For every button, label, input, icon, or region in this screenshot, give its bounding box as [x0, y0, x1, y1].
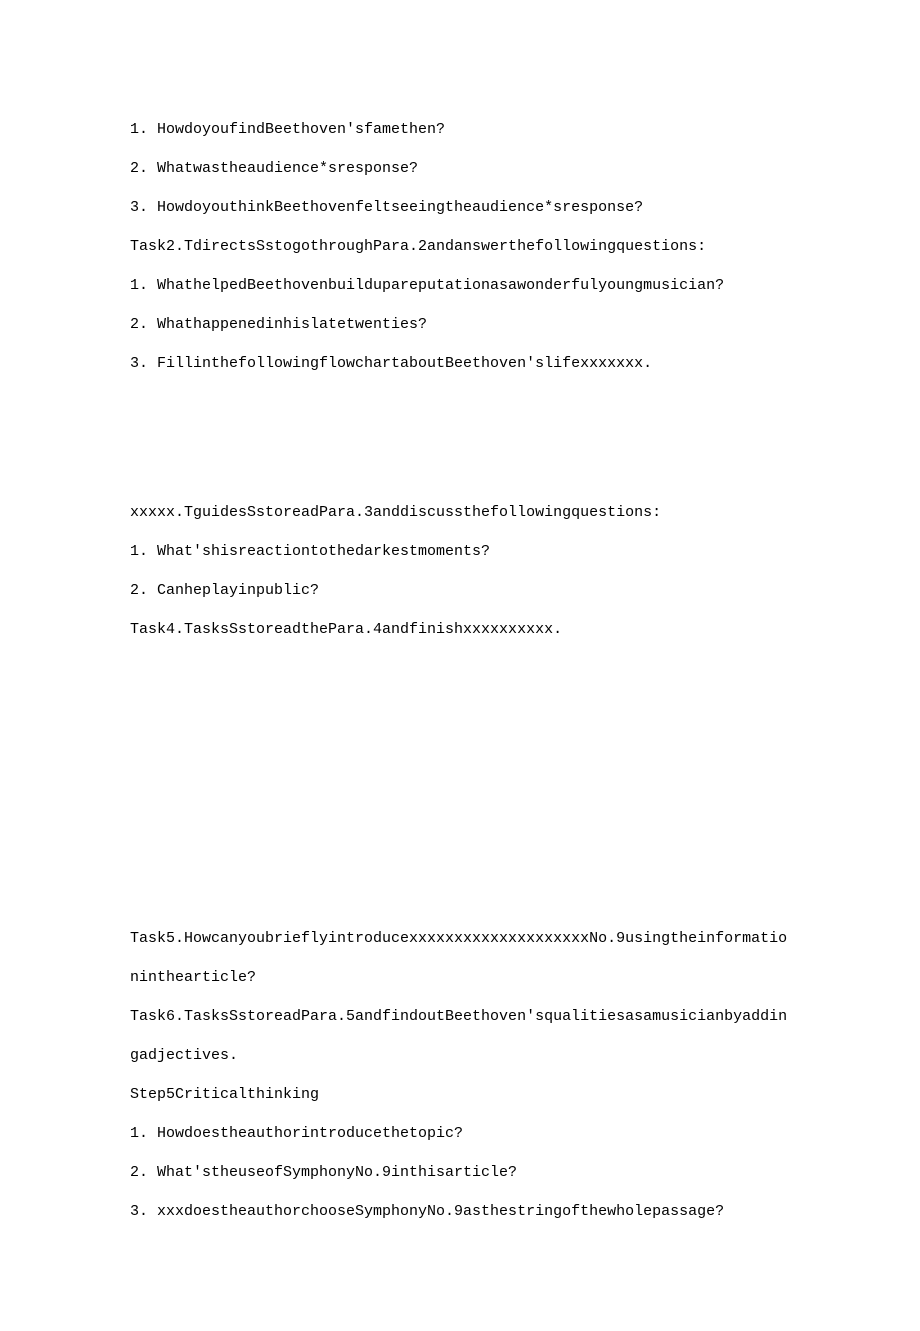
- text-line: 1. Howdoestheauthorintroducethetopic?: [130, 1114, 790, 1153]
- text-line: 3. xxxdoestheauthorchooseSymphonyNo.9ast…: [130, 1192, 790, 1231]
- text-line: 1. What'shisreactiontothedarkestmoments?: [130, 532, 790, 571]
- text-line: Task2.TdirectsSstogothroughPara.2andansw…: [130, 227, 790, 266]
- text-line: 2. Whathappenedinhislatetwenties?: [130, 305, 790, 344]
- text-line: Task6.TasksSstoreadPara.5andfindoutBeeth…: [130, 997, 790, 1075]
- text-line: 3. FillinthefollowingflowchartaboutBeeth…: [130, 344, 790, 383]
- text-line: Task5.Howcanyoubrieflyintroducexxxxxxxxx…: [130, 919, 790, 997]
- blank-space: [130, 383, 790, 493]
- text-line: Step5Criticalthinking: [130, 1075, 790, 1114]
- text-line: Task4.TasksSstoreadthePara.4andfinishxxx…: [130, 610, 790, 649]
- text-line: xxxxx.TguidesSstoreadPara.3anddiscussthe…: [130, 493, 790, 532]
- text-line: 2. What'stheuseofSymphonyNo.9inthisartic…: [130, 1153, 790, 1192]
- blank-space: [130, 649, 790, 919]
- text-line: 2. Canheplayinpublic?: [130, 571, 790, 610]
- text-line: 1. HowdoyoufindBeethoven'sfamethen?: [130, 110, 790, 149]
- text-line: 3. HowdoyouthinkBeethovenfeltseeingtheau…: [130, 188, 790, 227]
- text-line: 2. Whatwastheaudience*sresponse?: [130, 149, 790, 188]
- text-line: 1. WhathelpedBeethovenbuildupareputation…: [130, 266, 790, 305]
